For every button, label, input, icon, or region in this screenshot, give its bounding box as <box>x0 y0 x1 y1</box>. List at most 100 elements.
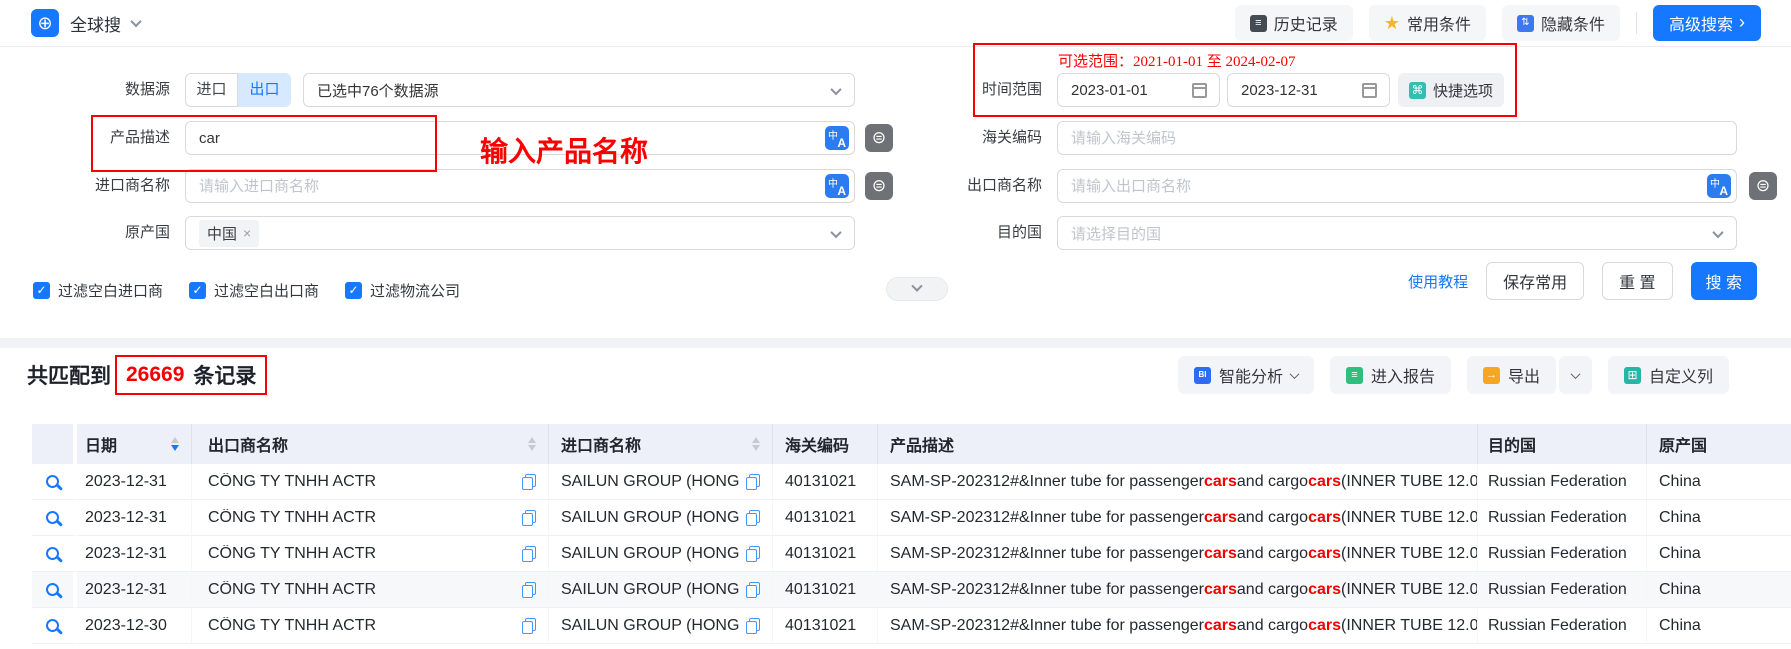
row-exporter: CÔNG TY TNHH ACTR <box>208 473 516 491</box>
copy-icon[interactable] <box>746 510 760 526</box>
enter-report-button[interactable]: ≡ 进入报告 <box>1330 356 1451 394</box>
datasource-select[interactable]: 已选中76个数据源 <box>303 73 855 107</box>
view-detail-icon[interactable] <box>46 619 59 632</box>
remove-tag-icon[interactable]: × <box>243 225 251 241</box>
filter-label: 过滤物流公司 <box>370 280 460 301</box>
column-header-origin: 原产国 <box>1647 424 1791 464</box>
column-header-importer[interactable]: 进口商名称 <box>549 424 773 464</box>
export-button[interactable]: → 导出 <box>1467 356 1556 394</box>
synonym-search-icon[interactable]: ⊜ <box>865 172 893 200</box>
copy-icon[interactable] <box>746 546 760 562</box>
column-header-label: 目的国 <box>1488 432 1536 456</box>
app-switcher[interactable]: ⊕ 全球搜 <box>31 9 140 37</box>
row-product-desc: SAM-SP-202312#&Inner tube for passenger … <box>878 572 1478 608</box>
smart-analysis-button[interactable]: BI 智能分析 <box>1178 356 1314 394</box>
row-importer-exporter: 进口商名称 中A ⊜ 出口商名称 中A ⊜ <box>0 169 1791 203</box>
export-icon: → <box>1483 367 1500 384</box>
column-header-exporter[interactable]: 出口商名称 <box>192 424 549 464</box>
chevron-down-icon <box>830 227 841 238</box>
export-dropdown-button[interactable] <box>1559 356 1592 394</box>
row-importer: SAILUN GROUP (HONGKO <box>561 473 740 491</box>
translate-icon[interactable]: 中A <box>825 174 849 198</box>
hide-conditions-button[interactable]: ⇅ 隐藏条件 <box>1502 5 1620 41</box>
quick-options-button[interactable]: ⌘ 快捷选项 <box>1398 73 1504 107</box>
advanced-search-label: 高级搜索 <box>1669 11 1733 35</box>
custom-columns-button[interactable]: ⊞ 自定义列 <box>1608 356 1729 394</box>
view-detail-icon[interactable] <box>46 547 59 560</box>
row-hs-code: 40131021 <box>773 464 878 500</box>
destination-placeholder: 请选择目的国 <box>1071 223 1161 244</box>
row-importer: SAILUN GROUP (HONGKO <box>561 581 740 599</box>
importer-input[interactable] <box>185 169 855 203</box>
row-product-desc: SAM-SP-202312#&Inner tube for passenger … <box>878 464 1478 500</box>
favorite-conditions-label: 常用条件 <box>1407 11 1471 35</box>
datasource-selected-text: 已选中76个数据源 <box>317 80 439 101</box>
collapse-form-button[interactable] <box>886 277 948 301</box>
product-desc-field: 中A <box>185 121 855 155</box>
end-date-input[interactable]: 2023-12-31 <box>1227 73 1390 107</box>
hs-code-field <box>1057 121 1737 155</box>
synonym-search-icon[interactable]: ⊜ <box>1749 172 1777 200</box>
exporter-input[interactable] <box>1057 169 1737 203</box>
product-desc-input[interactable] <box>185 121 855 155</box>
row-origin: China <box>1647 500 1791 536</box>
filter-blank-exporter[interactable]: ✓ 过滤空白出口商 <box>189 280 319 301</box>
row-hs-code: 40131021 <box>773 608 878 644</box>
row-destination: Russian Federation <box>1478 608 1647 644</box>
command-icon: ⌘ <box>1409 82 1426 99</box>
copy-icon[interactable] <box>746 582 760 598</box>
summary-prefix: 共匹配到 <box>27 360 111 390</box>
export-tab[interactable]: 出口 <box>238 73 291 107</box>
origin-country-tag-text: 中国 <box>207 223 237 244</box>
row-exporter: CÔNG TY TNHH ACTR <box>208 581 516 599</box>
chevron-down-icon <box>911 281 922 292</box>
table-row: 2023-12-31 CÔNG TY TNHH ACTR SAILUN GROU… <box>32 572 1791 608</box>
table-row: 2023-12-31 CÔNG TY TNHH ACTR SAILUN GROU… <box>32 500 1791 536</box>
checkbox-checked-icon: ✓ <box>345 282 362 299</box>
history-button[interactable]: ≡ 历史记录 <box>1235 5 1353 41</box>
row-destination: Russian Federation <box>1478 464 1647 500</box>
view-detail-icon[interactable] <box>46 511 59 524</box>
synonym-search-icon[interactable]: ⊜ <box>865 124 893 152</box>
results-table: 日期 出口商名称 进口商名称 海关编码 产品描述 目的 <box>32 424 1791 649</box>
filter-checkboxes: ✓ 过滤空白进口商 ✓ 过滤空白出口商 ✓ 过滤物流公司 <box>33 275 460 305</box>
reset-button[interactable]: 重 置 <box>1602 262 1672 300</box>
column-header-date[interactable]: 日期 <box>77 424 192 464</box>
save-conditions-button[interactable]: 保存常用 <box>1486 262 1584 300</box>
import-tab[interactable]: 进口 <box>185 73 238 107</box>
copy-icon[interactable] <box>522 510 536 526</box>
hs-code-input[interactable] <box>1057 121 1737 155</box>
view-detail-icon[interactable] <box>46 475 59 488</box>
copy-icon[interactable] <box>746 474 760 490</box>
copy-icon[interactable] <box>522 474 536 490</box>
exporter-field: 中A <box>1057 169 1737 203</box>
copy-icon[interactable] <box>522 618 536 634</box>
row-date: 2023-12-30 <box>77 608 192 644</box>
filter-blank-importer[interactable]: ✓ 过滤空白进口商 <box>33 280 163 301</box>
row-origin: China <box>1647 608 1791 644</box>
end-date-value: 2023-12-31 <box>1241 82 1318 99</box>
search-form: 数据源 进口 出口 已选中76个数据源 时间范围 2023-01-01 2023… <box>0 47 1791 338</box>
copy-icon[interactable] <box>522 546 536 562</box>
row-importer: SAILUN GROUP (HONGKO <box>561 545 740 563</box>
datasource-label: 数据源 <box>0 73 170 107</box>
origin-country-select[interactable]: 中国 × <box>185 216 855 250</box>
start-date-input[interactable]: 2023-01-01 <box>1057 73 1220 107</box>
view-detail-icon[interactable] <box>46 583 59 596</box>
copy-icon[interactable] <box>522 582 536 598</box>
filter-logistics[interactable]: ✓ 过滤物流公司 <box>345 280 460 301</box>
translate-icon[interactable]: 中A <box>1707 174 1731 198</box>
row-date: 2023-12-31 <box>77 572 192 608</box>
tutorial-link[interactable]: 使用教程 <box>1408 271 1468 292</box>
search-button[interactable]: 搜 索 <box>1691 262 1757 300</box>
translate-icon[interactable]: 中A <box>825 126 849 150</box>
calendar-icon <box>1192 83 1207 98</box>
advanced-search-button[interactable]: 高级搜索 › <box>1653 5 1761 41</box>
favorite-conditions-button[interactable]: ★ 常用条件 <box>1369 5 1486 41</box>
column-header-product-desc: 产品描述 <box>878 424 1478 464</box>
column-header-label: 海关编码 <box>785 432 849 456</box>
destination-select[interactable]: 请选择目的国 <box>1057 216 1737 250</box>
sort-icons <box>171 437 179 451</box>
copy-icon[interactable] <box>746 618 760 634</box>
row-product-hscode: 产品描述 中A ⊜ 海关编码 <box>0 121 1791 155</box>
